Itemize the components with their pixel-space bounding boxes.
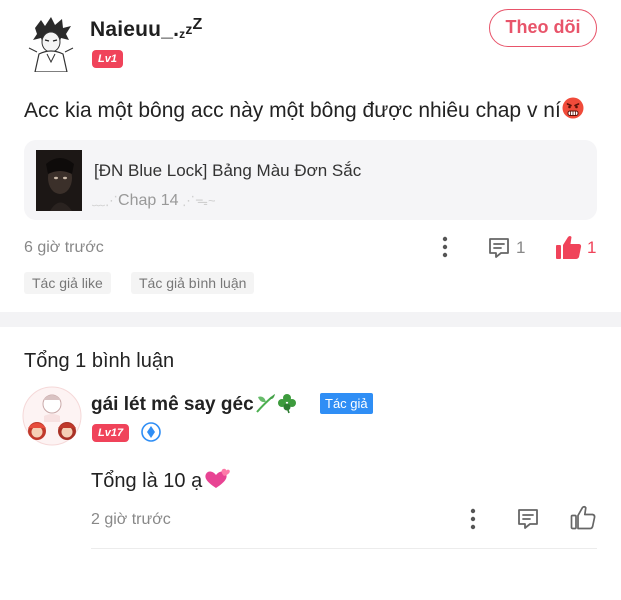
poster-username[interactable]: Naieuu_.zzZ bbox=[90, 16, 203, 42]
post-text-content: Acc kia một bông acc này một bông được n… bbox=[24, 99, 561, 122]
comment-text: Tổng là 10 ạ bbox=[91, 468, 231, 493]
comment-text-content: Tổng là 10 ạ bbox=[91, 470, 203, 492]
poster-level-badge: Lv1 bbox=[92, 50, 123, 68]
author-tag: Tác giả bbox=[320, 393, 373, 414]
more-dots-icon[interactable] bbox=[442, 236, 448, 258]
comment-divider bbox=[91, 548, 597, 549]
comment-count: 1 bbox=[516, 238, 526, 257]
poster-avatar[interactable] bbox=[25, 14, 77, 72]
commenter-name-text: gái lét mê say géc bbox=[91, 394, 254, 415]
poster-username-text: Naieuu_. bbox=[90, 18, 180, 41]
comment-time: 2 giờ trước bbox=[91, 511, 171, 528]
commenter-avatar[interactable] bbox=[22, 386, 82, 446]
story-chapter-text: Chap 14 bbox=[118, 192, 179, 209]
post-card: Naieuu_.zzZ Lv1 Theo dõi Acc kia một bôn… bbox=[0, 0, 621, 312]
sleep-zzz-icon: zzZ bbox=[179, 16, 203, 41]
diamond-badge-icon bbox=[141, 422, 161, 442]
section-separator bbox=[0, 312, 621, 327]
seedling-icon bbox=[255, 394, 275, 413]
thumbs-up-outline-icon[interactable] bbox=[570, 505, 596, 530]
post-time: 6 giờ trước bbox=[24, 239, 104, 256]
story-chapter: ﹏⋰Chap 14 ⋰ᯓ~ bbox=[92, 192, 216, 209]
tag-author-like: Tác giả like bbox=[24, 272, 111, 294]
thumbs-up-filled-icon[interactable] bbox=[555, 235, 582, 260]
hearts-emoji-icon bbox=[205, 468, 231, 488]
linked-story-card[interactable]: [ĐN Blue Lock] Bảng Màu Đơn Sắc ﹏⋰Chap 1… bbox=[24, 140, 597, 220]
story-cover-image bbox=[36, 150, 82, 211]
commenter-name[interactable]: gái lét mê say géc bbox=[91, 392, 298, 416]
follow-button[interactable]: Theo dõi bbox=[489, 9, 597, 47]
comment-more-dots-icon[interactable] bbox=[470, 508, 476, 530]
commenter-level-badge: Lv17 bbox=[92, 424, 130, 442]
post-text: Acc kia một bông acc này một bông được n… bbox=[24, 96, 585, 123]
story-title: [ĐN Blue Lock] Bảng Màu Đơn Sắc bbox=[94, 161, 362, 180]
like-count: 1 bbox=[587, 238, 597, 257]
comment-icon[interactable] bbox=[487, 236, 511, 260]
comments-count-title: Tổng 1 bình luận bbox=[24, 350, 175, 372]
tag-author-comment: Tác giả bình luận bbox=[131, 272, 255, 294]
clover-icon bbox=[277, 394, 296, 414]
reply-comment-icon[interactable] bbox=[516, 507, 540, 531]
angry-face-emoji-icon bbox=[562, 97, 584, 119]
